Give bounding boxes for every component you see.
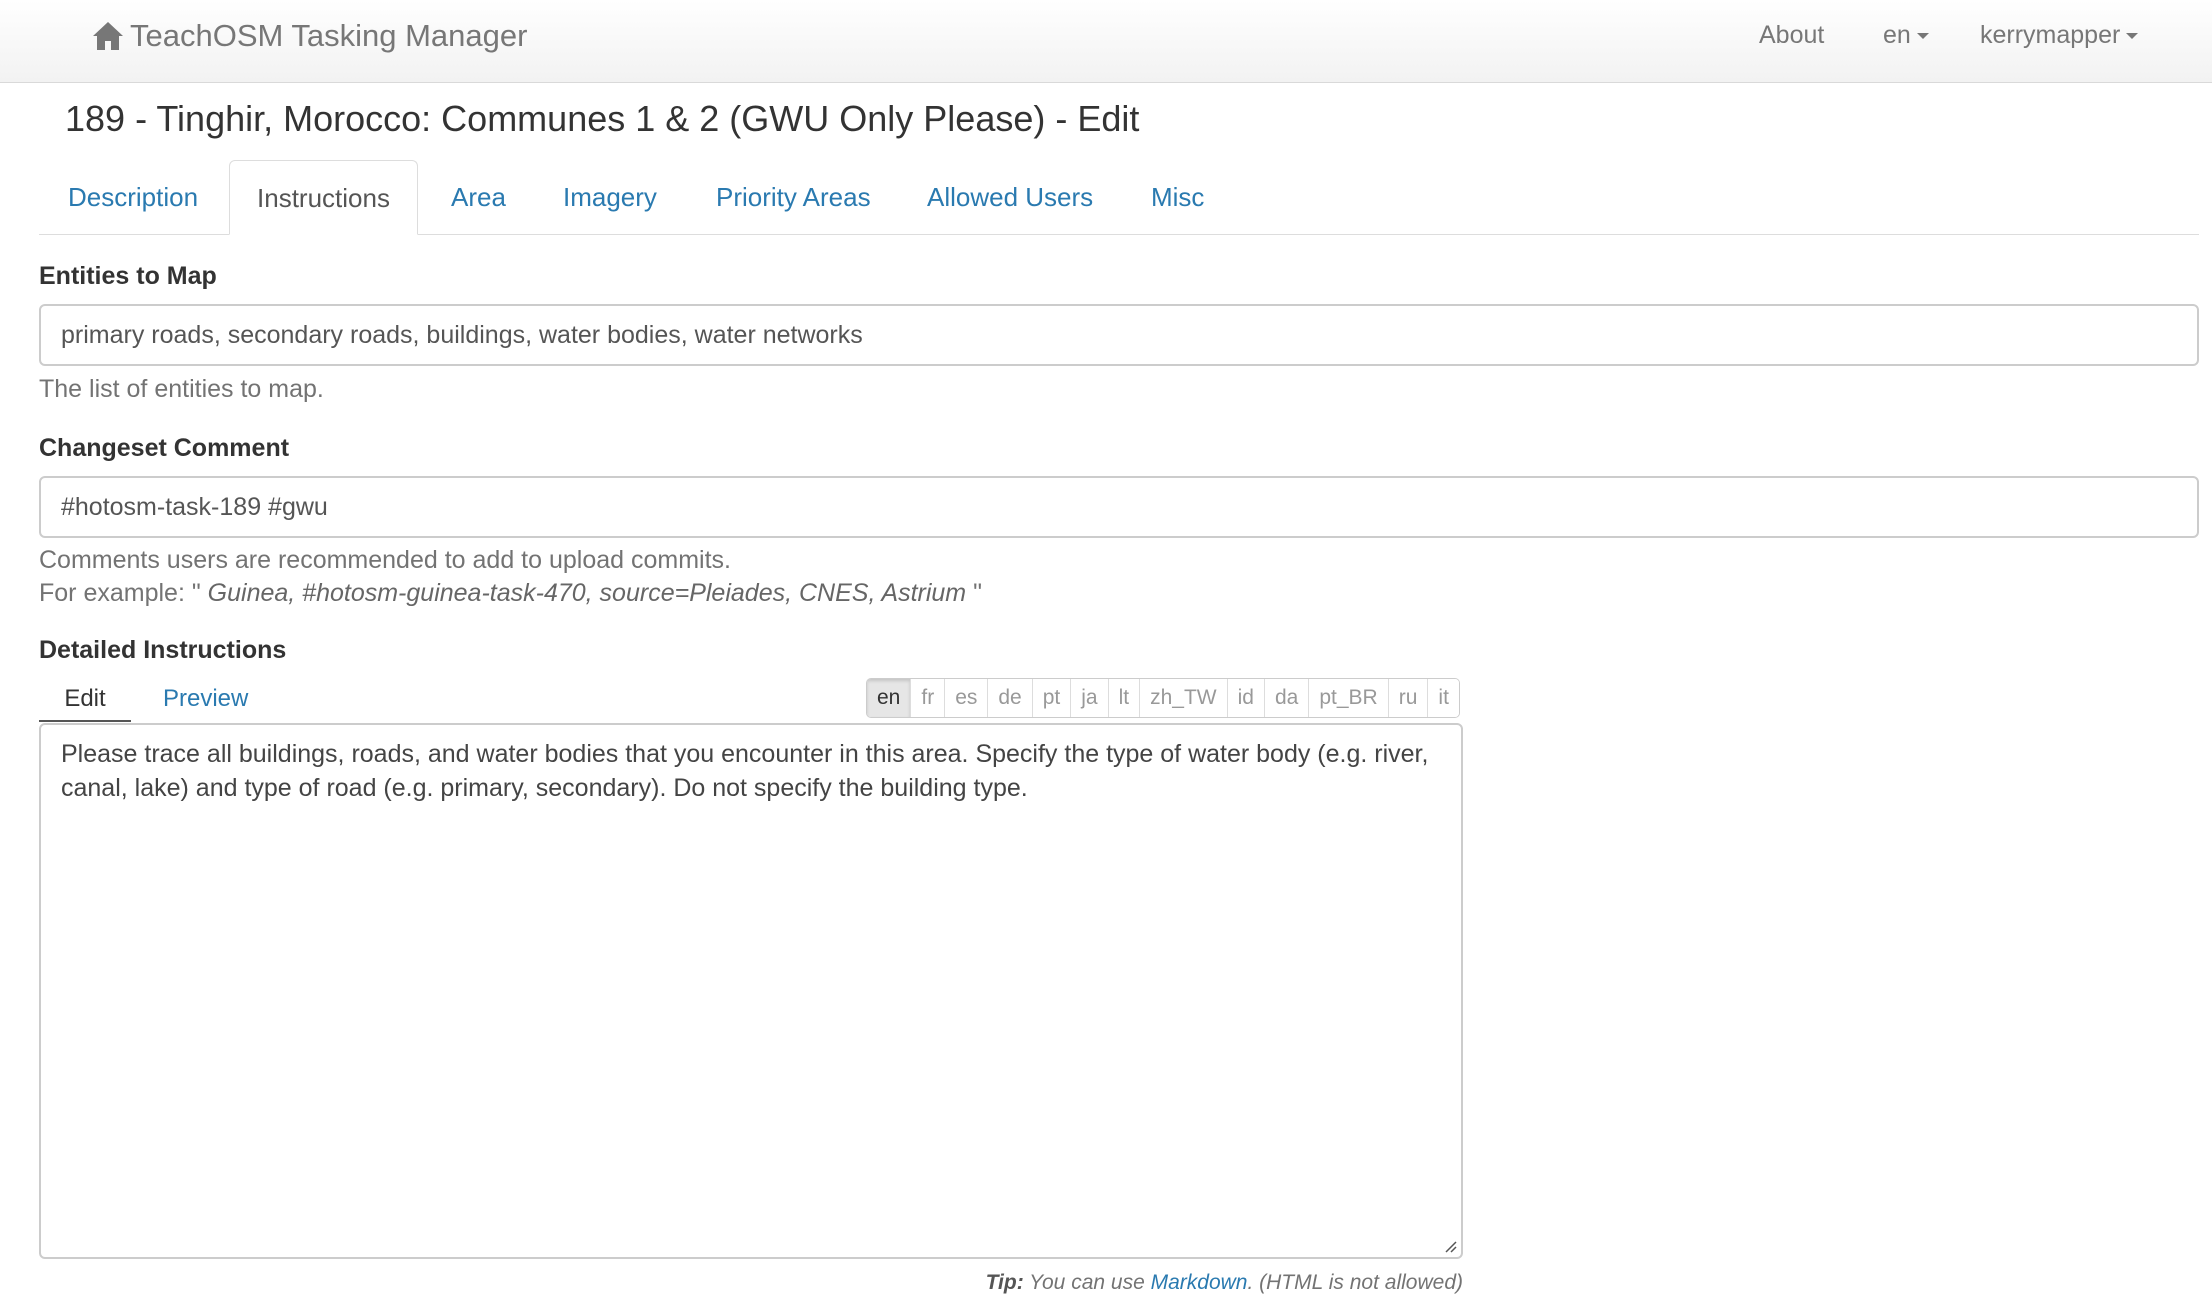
instructions-edit-tab[interactable]: Edit <box>39 678 131 722</box>
changeset-help-suffix: " <box>973 579 982 607</box>
tab-area[interactable]: Area <box>451 160 506 234</box>
tab-allowed-users[interactable]: Allowed Users <box>927 160 1093 234</box>
markdown-link[interactable]: Markdown <box>1151 1271 1248 1294</box>
lang-button-it[interactable]: it <box>1428 679 1459 717</box>
brand-link[interactable]: TeachOSM Tasking Manager <box>92 14 527 58</box>
tab-misc[interactable]: Misc <box>1151 160 1204 234</box>
lang-button-en[interactable]: en <box>867 679 912 717</box>
tip-text: You can use <box>1023 1271 1151 1294</box>
tab-instructions[interactable]: Instructions <box>229 160 418 235</box>
lang-button-de[interactable]: de <box>988 679 1033 717</box>
about-link[interactable]: About <box>1759 16 1824 54</box>
tab-description[interactable]: Description <box>68 160 198 234</box>
caret-down-icon <box>2126 33 2139 40</box>
lang-button-es[interactable]: es <box>945 679 989 717</box>
changeset-label: Changeset Comment <box>39 434 290 462</box>
lang-button-fr[interactable]: fr <box>911 679 946 717</box>
changeset-help-example: For example: " Guinea, #hotosm-guinea-ta… <box>39 577 982 610</box>
entities-help: The list of entities to map. <box>39 375 324 403</box>
markdown-tip: Tip: You can use Markdown. (HTML is not … <box>975 1271 1463 1295</box>
lang-button-zh-tw[interactable]: zh_TW <box>1140 679 1228 717</box>
navbar: TeachOSM Tasking Manager About en kerrym… <box>0 0 2212 83</box>
edit-tabs: Description Instructions Area Imagery Pr… <box>39 160 2199 235</box>
instructions-textarea[interactable]: Please trace all buildings, roads, and w… <box>39 723 1463 1259</box>
instructions-label: Detailed Instructions <box>39 636 287 664</box>
brand-text: TeachOSM Tasking Manager <box>130 18 528 53</box>
changeset-help-prefix: For example: " <box>39 579 201 607</box>
user-menu-dropdown[interactable]: kerrymapper <box>1980 16 2139 54</box>
language-dropdown-label: en <box>1883 21 1911 49</box>
language-selector: en fr es de pt ja lt zh_TW id da pt_BR r… <box>866 678 1460 718</box>
lang-button-pt[interactable]: pt <box>1032 679 1072 717</box>
lang-button-ru[interactable]: ru <box>1388 679 1429 717</box>
instructions-preview-tab[interactable]: Preview <box>163 678 248 720</box>
changeset-help-example-text: Guinea, #hotosm-guinea-task-470, source=… <box>200 579 974 607</box>
lang-button-pt-br[interactable]: pt_BR <box>1309 679 1389 717</box>
entities-input[interactable] <box>39 304 2199 366</box>
tip-suffix: . (HTML is not allowed) <box>1247 1271 1463 1294</box>
user-menu-label: kerrymapper <box>1980 21 2121 49</box>
page-title: 189 - Tinghir, Morocco: Communes 1 & 2 (… <box>65 98 1140 139</box>
lang-button-lt[interactable]: lt <box>1108 679 1141 717</box>
changeset-input[interactable] <box>39 476 2199 538</box>
entities-label: Entities to Map <box>39 262 217 290</box>
lang-button-ja[interactable]: ja <box>1071 679 1109 717</box>
lang-button-id[interactable]: id <box>1227 679 1265 717</box>
tab-imagery[interactable]: Imagery <box>563 160 657 234</box>
changeset-help-line1: Comments users are recommended to add to… <box>39 546 731 574</box>
tip-label: Tip: <box>985 1271 1024 1294</box>
lang-button-da[interactable]: da <box>1264 679 1310 717</box>
caret-down-icon <box>1916 33 1929 40</box>
resize-handle-icon[interactable] <box>1443 1239 1457 1253</box>
tab-priority-areas[interactable]: Priority Areas <box>716 160 871 234</box>
home-icon <box>93 22 123 50</box>
language-dropdown[interactable]: en <box>1883 16 1929 54</box>
